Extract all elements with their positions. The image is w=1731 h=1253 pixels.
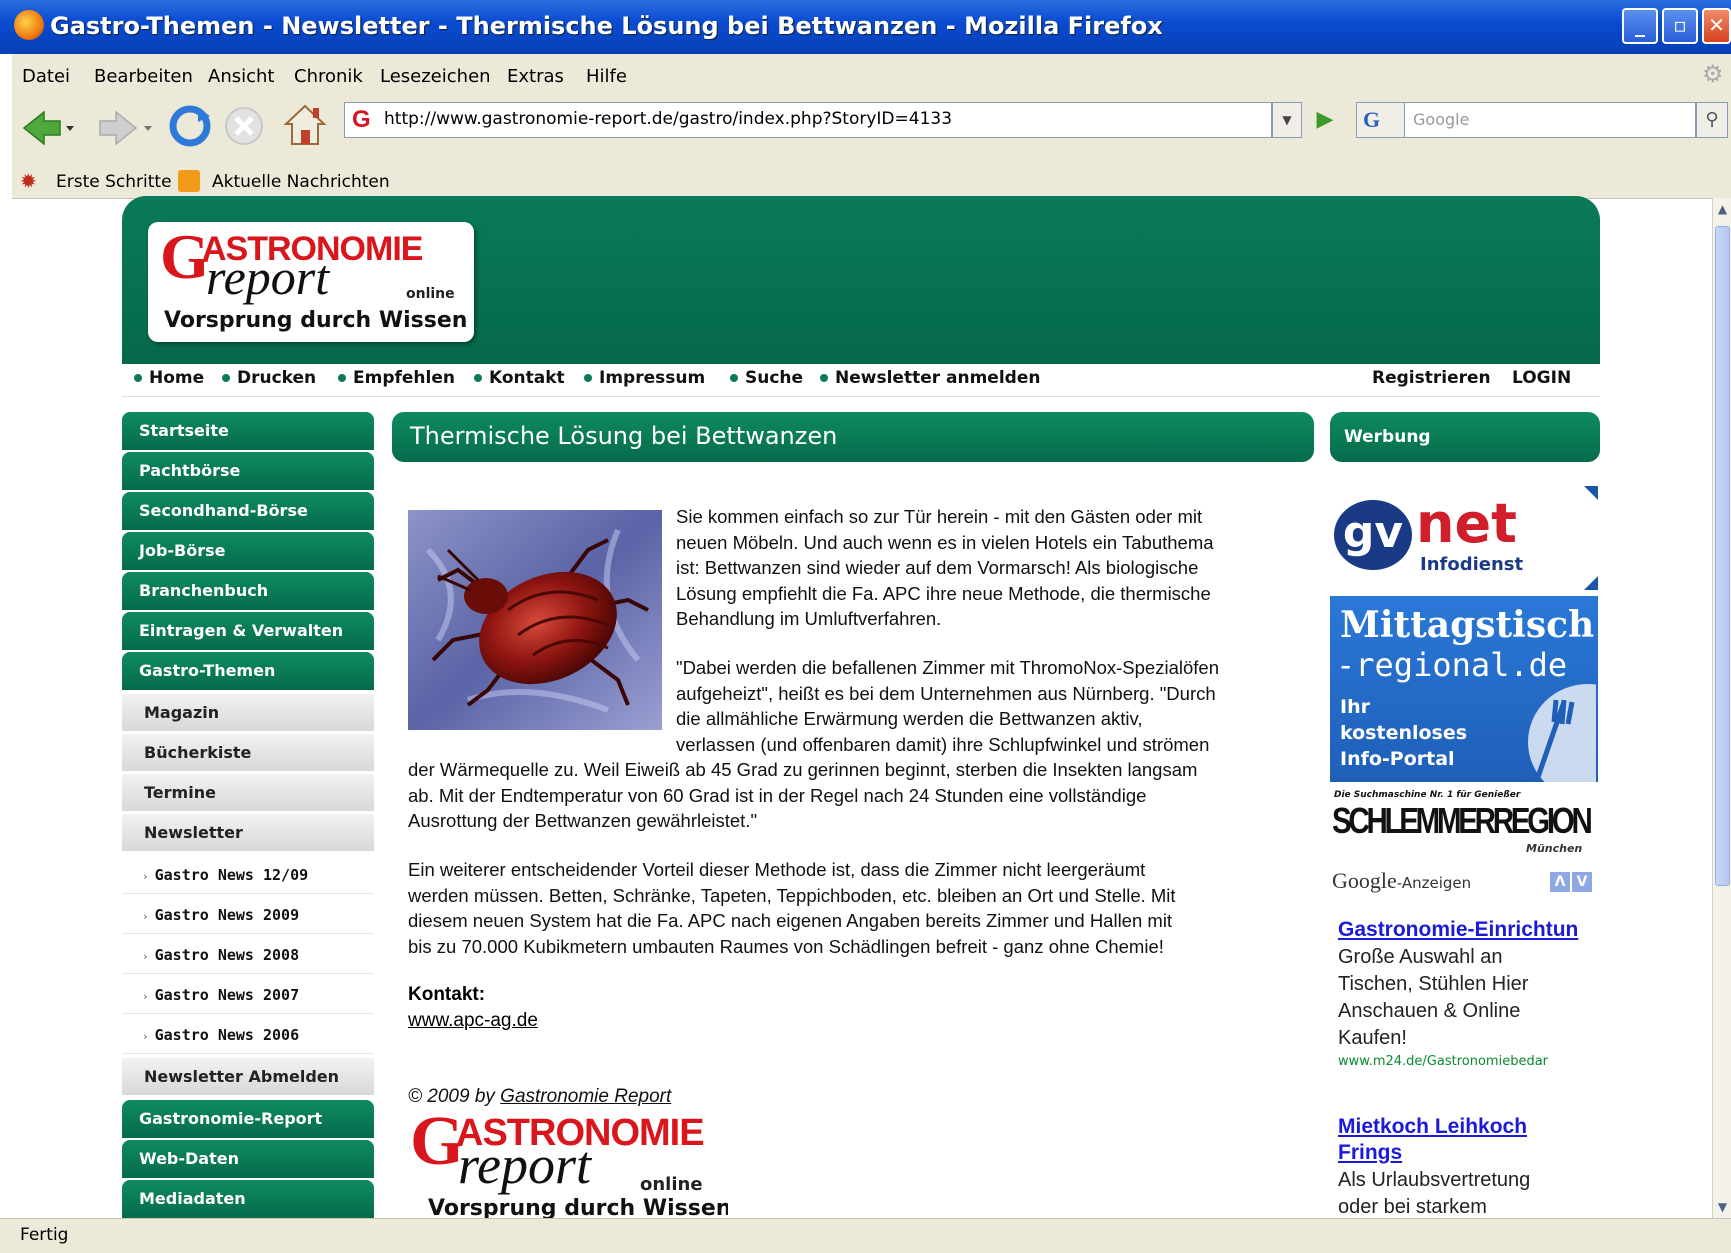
back-icon[interactable] (20, 108, 74, 148)
menu-extras[interactable]: Extras (507, 66, 564, 87)
nav-empfehlen[interactable]: Empfehlen (338, 368, 455, 388)
sidebar-item-pachtboerse[interactable]: Pachtbörse (122, 452, 374, 490)
sidebar-item-startseite[interactable]: Startseite (122, 412, 374, 450)
close-button[interactable]: ✕ (1702, 8, 1731, 44)
firefox-icon (14, 10, 44, 40)
sidebar-item-gastronomie-report[interactable]: Gastronomie-Report (122, 1100, 374, 1138)
ads-prev-icon[interactable]: Λ (1550, 872, 1570, 892)
scrollbar-thumb[interactable] (1715, 226, 1730, 886)
scroll-up-icon[interactable]: ▲ (1715, 198, 1730, 220)
search-engine-icon[interactable]: G (1356, 102, 1406, 138)
menu-hilfe[interactable]: Hilfe (586, 66, 627, 87)
logo-line2: report (206, 249, 330, 305)
menu-ansicht[interactable]: Ansicht (208, 66, 274, 87)
footer-logo: G ASTRONOMIE report online Vorsprung dur… (410, 1110, 728, 1218)
article-title: Thermische Lösung bei Bettwanzen (410, 422, 838, 450)
sidebar-item-eintragen-verwalten[interactable]: Eintragen & Verwalten (122, 612, 374, 650)
sidebar-item-newsletter-abmelden[interactable]: Newsletter Abmelden (122, 1058, 374, 1096)
sidebar-item-web-daten[interactable]: Web-Daten (122, 1140, 374, 1178)
article-paragraph-2b: der Wärmequelle zu. Weil Eiweiß ab 45 Gr… (408, 759, 1198, 831)
vertical-scrollbar[interactable]: ▲ ▼ (1712, 198, 1731, 1218)
search-placeholder: Google (1413, 110, 1470, 129)
sidebar-subitem-news-2007[interactable]: › Gastro News 2007 (122, 976, 374, 1014)
logo-slogan: Vorsprung durch Wissen (164, 308, 468, 333)
status-text: Fertig (20, 1225, 69, 1245)
ads-next-icon[interactable]: V (1572, 872, 1592, 892)
schlemmerregion-banner[interactable]: Die Suchmaschine Nr. 1 für Genießer SCHL… (1330, 786, 1598, 856)
throbber-icon: ⚙ (1702, 60, 1724, 88)
bookmark-fire-icon: ✹ (20, 169, 37, 193)
bedbug-image (408, 510, 662, 730)
maximize-button[interactable]: ▫ (1662, 8, 1698, 44)
home-icon[interactable] (282, 102, 328, 148)
sidebar-subitem-news-2008[interactable]: › Gastro News 2008 (122, 936, 374, 974)
logo-online: online (406, 286, 455, 302)
nav-impressum[interactable]: Impressum (584, 368, 705, 388)
sidebar-item-branchenbuch[interactable]: Branchenbuch (122, 572, 374, 610)
ad-2-title[interactable]: Mietkoch Leihkoch Frings (1338, 1114, 1527, 1166)
ad-1-text: Große Auswahl an Tischen, Stühlen Hier A… (1338, 946, 1529, 1049)
window-title: Gastro-Themen - Newsletter - Thermische … (50, 12, 1163, 40)
sidebar-item-termine[interactable]: Termine (122, 774, 374, 812)
article-title-bar: Thermische Lösung bei Bettwanzen (392, 412, 1314, 462)
sidebar-item-buecherkiste[interactable]: Bücherkiste (122, 734, 374, 772)
rss-icon (178, 170, 200, 192)
nav-newsletter-anmelden[interactable]: Newsletter anmelden (820, 368, 1040, 388)
nav-kontakt[interactable]: Kontakt (474, 368, 565, 388)
ads-title-bar: Werbung (1330, 412, 1600, 462)
menu-chronik[interactable]: Chronik (294, 66, 363, 87)
stop-icon[interactable] (222, 104, 266, 148)
url-dropdown-icon[interactable]: ▼ (1272, 102, 1302, 138)
article-paragraph-1: Sie kommen einfach so zur Tür herein - m… (676, 506, 1214, 629)
ads-title: Werbung (1344, 427, 1431, 447)
fork-icon (1528, 684, 1596, 782)
sidebar-item-newsletter[interactable]: Newsletter (122, 814, 374, 852)
copyright-link[interactable]: Gastronomie Report (500, 1086, 671, 1107)
status-bar: Fertig (0, 1218, 1731, 1253)
ad-1-title[interactable]: Gastronomie-Einrichtun (1338, 918, 1578, 942)
copyright: © 2009 by Gastronomie Report (408, 1086, 672, 1107)
article-paragraph-3: Ein weiterer entscheidender Vorteil dies… (408, 859, 1176, 957)
sidebar-item-mediadaten[interactable]: Mediadaten (122, 1180, 374, 1218)
menu-bar: Datei Bearbeiten Ansicht Chronik Lesezei… (12, 54, 1731, 98)
bookmark-erste-schritte[interactable]: Erste Schritte (56, 172, 172, 192)
mittagstisch-banner[interactable]: Mittagstisch -regional.de Ihr kostenlose… (1330, 596, 1598, 782)
nav-registrieren[interactable]: Registrieren (1372, 368, 1491, 388)
sidebar-item-secondhand-boerse[interactable]: Secondhand-Börse (122, 492, 374, 530)
ad-1-url[interactable]: www.m24.de/Gastronomiebedar (1338, 1054, 1548, 1069)
contact-label: Kontakt: (408, 984, 486, 1005)
site-favicon-icon: G (352, 106, 371, 133)
sidebar-subitem-news-12-09[interactable]: › Gastro News 12/09 (122, 856, 374, 894)
window-titlebar[interactable]: Gastro-Themen - Newsletter - Thermische … (0, 0, 1731, 54)
sidebar-item-magazin[interactable]: Magazin (122, 694, 374, 732)
nav-suche[interactable]: Suche (730, 368, 803, 388)
go-icon[interactable]: ▶ (1308, 104, 1342, 136)
ad-2-text: Als Urlaubsvertretung oder bei starkem (1338, 1169, 1531, 1218)
bookmark-aktuelle-nachrichten[interactable]: Aktuelle Nachrichten (212, 172, 390, 192)
menu-datei[interactable]: Datei (22, 66, 70, 87)
minimize-button[interactable]: _ (1622, 8, 1658, 44)
nav-home[interactable]: Home (134, 368, 204, 388)
google-ads-label: Google-Anzeigen (1332, 868, 1472, 893)
nav-login[interactable]: LOGIN (1512, 368, 1571, 388)
menu-bearbeiten[interactable]: Bearbeiten (94, 66, 193, 87)
site-logo[interactable]: G ASTRONOMIE report online Vorsprung dur… (148, 221, 474, 342)
scroll-down-icon[interactable]: ▼ (1715, 1196, 1730, 1218)
menu-lesezeichen[interactable]: Lesezeichen (380, 66, 491, 87)
article-paragraph-2a: "Dabei werden die befallenen Zimmer mit … (676, 657, 1219, 755)
sidebar-subitem-news-2009[interactable]: › Gastro News 2009 (122, 896, 374, 934)
contact-link[interactable]: www.apc-ag.de (408, 1010, 538, 1032)
nav-drucken[interactable]: Drucken (222, 368, 316, 388)
sidebar-item-job-boerse[interactable]: Job-Börse (122, 532, 374, 570)
address-bar-url[interactable]: http://www.gastronomie-report.de/gastro/… (384, 109, 952, 129)
gvnet-banner[interactable]: gv net Infodienst (1330, 486, 1598, 590)
bookmarks-toolbar: ✹ Erste Schritte Aktuelle Nachrichten (12, 164, 1731, 199)
sidebar-item-gastro-themen[interactable]: Gastro-Themen (122, 652, 374, 690)
search-icon[interactable]: ⚲ (1696, 102, 1728, 138)
sidebar-subitem-news-2006[interactable]: › Gastro News 2006 (122, 1016, 374, 1054)
reload-icon[interactable] (168, 104, 212, 148)
forward-icon[interactable] (96, 108, 154, 148)
top-navigation: Home Drucken Empfehlen Kontakt Impressum… (122, 364, 1600, 397)
